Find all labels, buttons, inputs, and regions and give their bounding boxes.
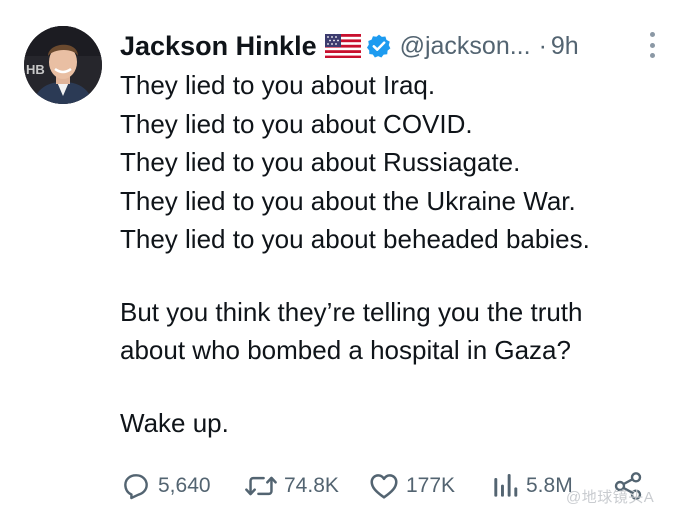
views-chart-icon [494, 474, 518, 497]
author-name[interactable]: Jackson Hinkle [120, 31, 317, 62]
more-options-icon[interactable] [645, 30, 659, 60]
tweet-line: They lied to you about the Ukraine War. [120, 185, 576, 216]
us-flag-icon [324, 34, 361, 58]
separator-dot: · [538, 31, 547, 60]
tweet-line: They lied to you about beheaded babies. [120, 224, 590, 254]
views-button[interactable]: 5.8M [490, 466, 573, 506]
watermark: @地球镜头A [566, 489, 655, 506]
repost-button[interactable]: 74.8K [244, 466, 339, 506]
tweet-line: They lied to you about COVID. [120, 108, 473, 139]
repost-icon [245, 476, 277, 496]
tweet-line: They lied to you about Iraq. [120, 70, 436, 100]
repost-count: 74.8K [284, 474, 339, 497]
tweet-line: But you think they’re telling you the tr… [120, 296, 583, 327]
like-button[interactable]: 177K [368, 466, 455, 506]
tweet-timestamp[interactable]: 9h [551, 32, 579, 61]
like-count: 177K [406, 474, 456, 497]
reply-icon [124, 474, 148, 500]
tweet-header: Jackson Hinkle @jackson... · 9h [120, 26, 579, 66]
tweet-line: Wake up. [120, 407, 229, 438]
avatar-badge-text: HB [26, 62, 45, 77]
author-handle[interactable]: @jackson... [400, 32, 531, 61]
reply-button[interactable]: 5,640 [120, 466, 211, 506]
avatar[interactable]: HB [24, 26, 102, 104]
reply-count: 5,640 [158, 474, 211, 497]
tweet-text: They lied to you about Iraq. They lied t… [120, 66, 680, 442]
tweet-line: about who bombed a hospital in Gaza? [120, 335, 571, 365]
heart-icon [370, 474, 398, 499]
tweet-line: They lied to you about Russiagate. [120, 147, 521, 177]
verified-badge-icon[interactable] [366, 33, 392, 59]
